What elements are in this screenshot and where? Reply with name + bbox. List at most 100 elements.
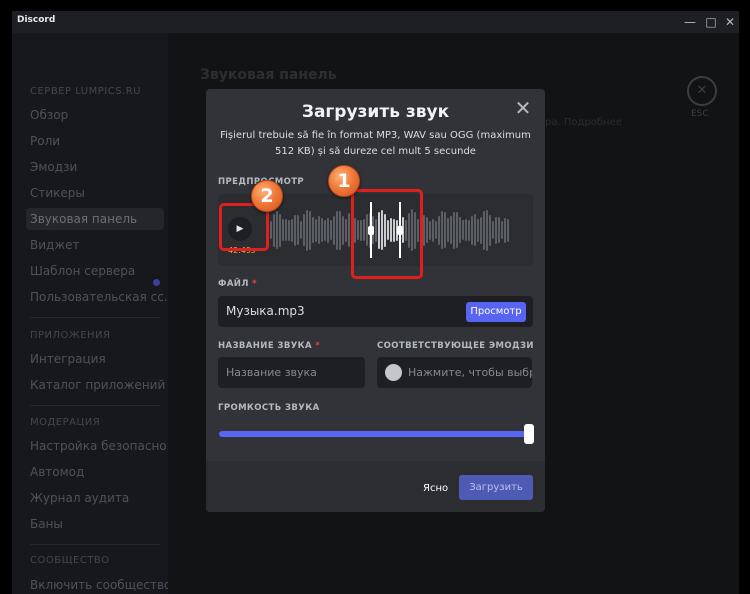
upload-button[interactable]: Загрузить <box>459 475 533 500</box>
settings-sidebar: СЕРВЕР LUMPICS.RU Обзор Роли Эмодзи Стик… <box>12 33 178 594</box>
waveform-bar <box>273 213 275 247</box>
waveform-bar <box>345 218 347 242</box>
waveform-bar <box>306 209 308 251</box>
waveform-bar <box>441 211 443 249</box>
browse-button[interactable]: Просмотр <box>466 302 526 322</box>
file-field: Музыка.mp3 Просмотр <box>218 296 533 327</box>
waveform-bar <box>309 210 311 250</box>
app-title: Discord <box>17 15 56 25</box>
annotation-badge-2: 2 <box>251 180 283 212</box>
esc-close-icon[interactable]: ✕ <box>687 76 717 106</box>
waveform-bar <box>330 220 332 240</box>
waveform-bar <box>327 217 329 243</box>
waveform-bar <box>423 214 425 246</box>
annotation-box-1 <box>351 189 423 279</box>
file-label: ФАЙЛ * <box>218 279 258 289</box>
close-icon[interactable]: ✕ <box>512 97 534 119</box>
waveform-bar <box>465 219 467 241</box>
sidebar-item-app-directory[interactable]: Каталог приложений <box>30 378 165 392</box>
waveform-bar <box>459 217 461 243</box>
sidebar-server-header: СЕРВЕР LUMPICS.RU <box>30 86 141 97</box>
sound-name-placeholder: Название звука <box>226 366 317 379</box>
waveform-bar <box>498 217 500 243</box>
waveform-bar <box>303 214 305 246</box>
minimize-icon[interactable]: — <box>679 13 701 31</box>
waveform-bar <box>282 219 284 241</box>
sidebar-community-header: СООБЩЕСТВО <box>30 555 110 566</box>
sidebar-item-custom-invite[interactable]: Пользовательская сс... <box>30 290 175 304</box>
waveform-bar <box>435 221 437 239</box>
emoji-picker-input[interactable]: Нажмите, чтобы выбр <box>377 357 532 388</box>
waveform-bar <box>468 219 470 241</box>
cancel-button[interactable]: Ясно <box>423 483 448 494</box>
waveform-bar <box>429 220 431 240</box>
waveform-bar <box>276 211 278 249</box>
sidebar-item-bans[interactable]: Баны <box>30 517 63 531</box>
sidebar-item-automod[interactable]: Автомод <box>30 465 84 479</box>
waveform-bar <box>432 218 434 242</box>
sidebar-item-soundboard[interactable]: Звуковая панель <box>30 212 137 226</box>
waveform-bar <box>336 210 338 250</box>
waveform-bar <box>477 218 479 242</box>
modal-subtitle: Fișierul trebuie să fie în format MP3, W… <box>220 130 531 157</box>
waveform-bar <box>348 213 350 247</box>
waveform-bar <box>450 216 452 244</box>
sidebar-item-enable-community[interactable]: Включить сообщество <box>30 578 171 592</box>
sidebar-item-roles[interactable]: Роли <box>30 134 60 148</box>
sidebar-item-audit-log[interactable]: Журнал аудита <box>30 491 129 505</box>
sound-name-label: НАЗВАНИЕ ЗВУКА * <box>218 341 321 351</box>
emoji-label: СООТВЕТСТВУЮЩЕЕ ЭМОДЗИ <box>377 341 534 351</box>
waveform-bar <box>492 221 494 239</box>
waveform-bar <box>453 211 455 249</box>
waveform-bar <box>447 218 449 242</box>
waveform-bar <box>300 221 302 239</box>
sidebar-item-server-template[interactable]: Шаблон сервера <box>30 264 135 278</box>
waveform-bar <box>507 218 509 242</box>
volume-slider-track[interactable] <box>219 431 531 437</box>
waveform-bar <box>321 218 323 242</box>
waveform-bar <box>270 221 272 239</box>
waveform-bar <box>339 210 341 250</box>
esc-label: ESC <box>691 109 709 119</box>
waveform-bar <box>495 216 497 244</box>
waveform-bar <box>294 214 296 246</box>
waveform-bar <box>483 210 485 250</box>
waveform-bar <box>324 219 326 241</box>
annotation-badge-1: 1 <box>328 165 360 197</box>
waveform-bar <box>504 217 506 243</box>
sidebar-item-safety-setup[interactable]: Настройка безопасно... <box>30 439 178 453</box>
emoji-icon <box>385 364 402 381</box>
file-name: Музыка.mp3 <box>226 304 305 318</box>
sidebar-item-widget[interactable]: Виджет <box>30 238 80 252</box>
waveform-bar <box>501 221 503 239</box>
title-bar: Discord — □ ✕ <box>12 11 739 33</box>
waveform-bar <box>342 215 344 245</box>
sound-name-input[interactable]: Название звука <box>218 357 365 388</box>
waveform-bar <box>318 216 320 244</box>
sidebar-item-emoji[interactable]: Эмодзи <box>30 160 77 174</box>
close-icon[interactable]: ✕ <box>719 13 739 31</box>
modal-footer: Ясно Загрузить <box>206 461 545 512</box>
waveform-bar <box>456 212 458 248</box>
waveform-bar <box>333 215 335 245</box>
waveform-bar <box>480 216 482 244</box>
sidebar-item-integrations[interactable]: Интеграция <box>30 352 106 366</box>
waveform-bar <box>288 219 290 241</box>
sidebar-divider <box>30 317 160 318</box>
volume-slider-thumb[interactable] <box>524 424 534 444</box>
sidebar-item-stickers[interactable]: Стикеры <box>30 186 85 200</box>
new-badge <box>153 279 160 286</box>
waveform-bar <box>279 213 281 247</box>
waveform-bar <box>462 220 464 240</box>
upload-sound-modal: Загрузить звук ✕ Fișierul trebuie să fie… <box>206 89 545 512</box>
waveform-bar <box>285 219 287 241</box>
waveform-bar <box>474 214 476 246</box>
waveform-bar <box>315 218 317 242</box>
sidebar-item-overview[interactable]: Обзор <box>30 108 68 122</box>
waveform-bar <box>471 215 473 245</box>
emoji-placeholder: Нажмите, чтобы выбр <box>408 366 532 379</box>
waveform-bar <box>444 212 446 248</box>
sidebar-divider <box>30 544 160 545</box>
waveform-bar <box>438 215 440 245</box>
waveform-bar <box>291 218 293 242</box>
